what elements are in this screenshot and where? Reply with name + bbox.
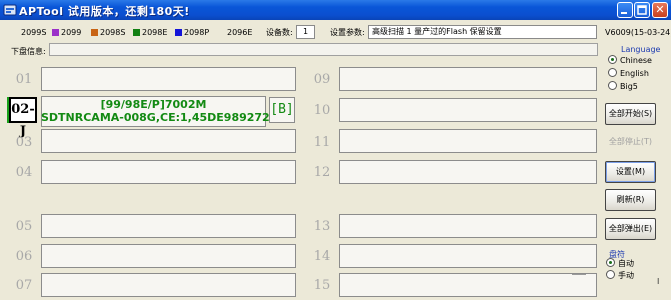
eject-all-button[interactable]: 全部弹出(E)	[605, 218, 656, 240]
legend-2099s: 2099S	[21, 28, 47, 37]
radio-empty-icon	[608, 81, 617, 90]
slot-10[interactable]	[339, 98, 597, 122]
slot-number-12: 12	[313, 165, 331, 180]
maximize-icon	[637, 5, 647, 15]
radio-empty-icon	[608, 68, 617, 77]
slot-number-03: 03	[15, 135, 33, 150]
slot-01[interactable]	[41, 67, 296, 91]
title-bar[interactable]: APTool 试用版本，还剩180天! ✕	[0, 0, 671, 20]
stray-text-cursor: I	[657, 277, 660, 286]
window-title: APTool 试用版本，还剩180天!	[19, 5, 190, 18]
slot-number-09: 09	[313, 72, 331, 87]
start-all-button[interactable]: 全部开始(S)	[605, 103, 656, 125]
maximize-button[interactable]	[634, 2, 650, 18]
radio-selected-icon	[606, 258, 615, 267]
device-count-label: 设备数:	[266, 28, 293, 37]
slot-number-05: 05	[15, 219, 33, 234]
slot-number-06: 06	[15, 249, 33, 264]
stop-all-button[interactable]: 全部停止(T)	[605, 132, 656, 154]
slot-number-07: 07	[15, 278, 33, 293]
slot-06[interactable]	[41, 244, 296, 268]
slot-number-04: 04	[15, 165, 33, 180]
radio-selected-icon	[608, 55, 617, 64]
legend-2098p: 2098P	[175, 27, 209, 39]
slot-13[interactable]	[339, 214, 597, 238]
legend-swatch-green	[133, 29, 140, 36]
settings-label: 设置参数:	[330, 28, 365, 37]
minimize-icon	[621, 12, 627, 14]
slot-07[interactable]	[41, 273, 296, 297]
language-option-chinese[interactable]: Chinese	[608, 55, 652, 66]
settings-button[interactable]: 设置(M)	[605, 161, 656, 183]
slot-15[interactable]	[339, 273, 597, 297]
language-title: Language	[621, 45, 661, 54]
slot-02-status-tag: [B]	[269, 97, 295, 123]
drive-letter-option-manual[interactable]: 手动	[606, 270, 634, 281]
close-button[interactable]: ✕	[652, 2, 668, 18]
slot-04[interactable]	[41, 160, 296, 184]
slot-03[interactable]	[41, 129, 296, 153]
settings-field: 高级扫描 1 量产过的Flash 保留设置	[368, 25, 597, 39]
decorative-line	[572, 274, 586, 275]
legend-swatch-orange	[91, 29, 98, 36]
radio-empty-icon	[606, 270, 615, 279]
legend-swatch-blue	[175, 29, 182, 36]
legend-2098s: 2098S	[91, 27, 125, 39]
slot-number-01: 01	[15, 72, 33, 87]
app-icon	[3, 4, 17, 16]
slot-09[interactable]	[339, 67, 597, 91]
slot-02-chip-info: [99/98E/P]7002M	[100, 98, 207, 111]
slot-11[interactable]	[339, 129, 597, 153]
legend-2098e: 2098E	[133, 27, 167, 39]
download-info-field	[49, 43, 598, 56]
legend-2096e: 2096E	[227, 28, 253, 37]
slot-number-10: 10	[313, 103, 331, 118]
slot-number-14: 14	[313, 249, 331, 264]
minimize-button[interactable]	[617, 2, 633, 18]
close-icon: ✕	[655, 3, 665, 16]
slot-number-15: 15	[313, 278, 331, 293]
slot-14[interactable]	[339, 244, 597, 268]
language-option-english[interactable]: English	[608, 68, 649, 79]
legend-swatch-purple	[52, 29, 59, 36]
slot-badge-02-j[interactable]: 02-J	[9, 97, 37, 139]
download-info-label: 下盘信息:	[11, 47, 46, 56]
slot-02-flash-info: SDTNRCAMA-008G,CE:1,45DE98927250	[41, 111, 286, 124]
slot-12[interactable]	[339, 160, 597, 184]
slot-number-13: 13	[313, 219, 331, 234]
device-count-field: 1	[296, 25, 315, 39]
drive-letter-option-auto[interactable]: 自动	[606, 258, 634, 269]
version-text: V6009(15-03-24)	[605, 28, 671, 37]
refresh-button[interactable]: 刷新(R)	[605, 189, 656, 211]
slot-number-11: 11	[313, 135, 331, 150]
slot-05[interactable]	[41, 214, 296, 238]
language-option-big5[interactable]: Big5	[608, 81, 638, 92]
legend-2099: 2099	[52, 27, 81, 39]
